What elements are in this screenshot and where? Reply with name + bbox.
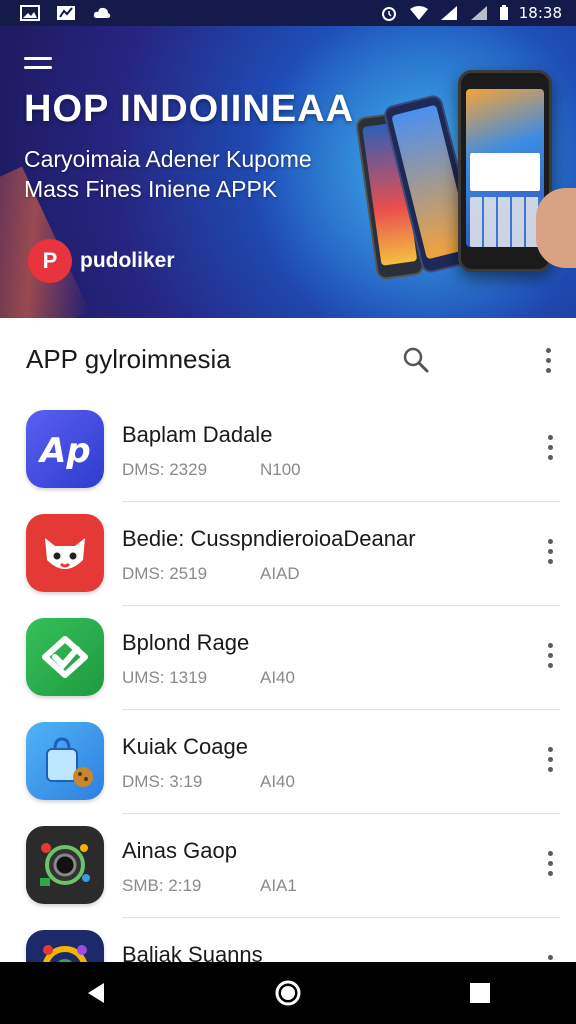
banner-subtitle-line2: Mass Fines Iniene APPK: [24, 176, 278, 202]
app-meta-size: DMS: 2519: [122, 564, 208, 583]
status-time: 18:38: [518, 4, 562, 22]
app-name: Bedie: CusspndieroioaDeanar: [122, 526, 416, 551]
hand-illustration: [536, 188, 576, 268]
menu-icon: [24, 57, 52, 60]
wifi-icon: [409, 6, 428, 20]
banner-title: HOP INDOIINEAA: [24, 88, 355, 130]
banner-subtitle: Caryoimaia Adener Kupome Mass Fines Inie…: [24, 144, 312, 204]
app-meta-version: N100: [260, 460, 301, 479]
list-item[interactable]: Bplond Rage UMS: 1319 AI40: [0, 606, 576, 710]
recents-square-icon: [470, 983, 490, 1003]
chart-icon: [57, 6, 75, 20]
more-vert-icon: [547, 434, 553, 440]
signal-secondary-icon: [470, 6, 487, 20]
app-name: Bplond Rage: [122, 630, 250, 655]
navigation-bar: [0, 962, 576, 1024]
list-item[interactable]: Kuiak Coage DMS: 3:19 AI40: [0, 710, 576, 814]
battery-icon: [499, 5, 508, 20]
back-button[interactable]: [76, 973, 116, 1013]
more-vert-icon: [547, 850, 553, 856]
more-vert-icon: [547, 642, 553, 648]
brand-logo-icon: P: [28, 239, 72, 283]
cloud-icon: [93, 7, 111, 18]
alarm-icon: [381, 7, 396, 21]
recents-button[interactable]: [460, 973, 500, 1013]
brand: P pudoliker: [28, 239, 175, 283]
list-item[interactable]: Ap Baplam Dadale DMS: 2329 N100: [0, 398, 576, 502]
menu-icon-line: [24, 66, 52, 69]
app-meta-version: AI40: [260, 772, 295, 791]
status-bar-system: 18:38: [379, 4, 562, 22]
item-more-button[interactable]: [540, 640, 560, 670]
menu-button[interactable]: [24, 57, 52, 77]
home-button[interactable]: [268, 973, 308, 1013]
item-more-button[interactable]: [540, 432, 560, 462]
promo-banner[interactable]: HOP INDOIINEAA Caryoimaia Adener Kupome …: [0, 26, 576, 318]
app-name: Ainas Gaop: [122, 838, 237, 863]
cat-face-icon: [26, 514, 104, 592]
more-vert-icon: [547, 538, 553, 544]
status-bar-notifications: [20, 5, 112, 21]
app-meta-size: DMS: 2329: [122, 460, 208, 479]
item-more-button[interactable]: [540, 744, 560, 774]
back-triangle-icon: [88, 983, 104, 1003]
list-item[interactable]: Ainas Gaop SMB: 2:19 AIA1: [0, 814, 576, 918]
search-button[interactable]: [402, 346, 430, 374]
camera-lens-icon: [26, 826, 104, 904]
more-vert-icon: [545, 347, 551, 353]
check-box-icon: [26, 618, 104, 696]
list-item[interactable]: Bedie: CusspndieroioaDeanar DMS: 2519 AI…: [0, 502, 576, 606]
app-meta-version: AIAD: [260, 564, 300, 583]
more-vert-icon: [547, 746, 553, 752]
app-name: Baplam Dadale: [122, 422, 273, 447]
app-meta-size: UMS: 1319: [122, 668, 208, 687]
home-circle-icon: [275, 980, 301, 1006]
page-title: APP gylroimnesia: [26, 344, 231, 374]
more-options-button[interactable]: [538, 346, 558, 374]
item-more-button[interactable]: [540, 848, 560, 878]
app-meta-version: AIA1: [260, 876, 297, 895]
main-content: APP gylroimnesia Ap Baplam Dadale DMS: 2…: [0, 318, 576, 1008]
status-bar: 18:38: [0, 0, 576, 26]
app-meta-version: AI40: [260, 668, 295, 687]
banner-subtitle-line1: Caryoimaia Adener Kupome: [24, 146, 312, 172]
brand-name: pudoliker: [80, 249, 175, 272]
app-meta-size: SMB: 2:19: [122, 876, 202, 895]
svg-text:Ap: Ap: [38, 431, 91, 469]
shopping-bag-icon: [26, 722, 104, 800]
more-vert-icon: [547, 954, 553, 960]
app-name: Kuiak Coage: [122, 734, 248, 759]
search-icon: [403, 347, 429, 373]
ap-logo-icon: Ap: [26, 410, 104, 488]
app-meta-size: DMS: 3:19: [122, 772, 203, 791]
item-more-button[interactable]: [540, 536, 560, 566]
app-list: Ap Baplam Dadale DMS: 2329 N100 Bedie: C…: [0, 398, 576, 1022]
signal-icon: [440, 6, 457, 20]
image-icon: [20, 5, 40, 21]
